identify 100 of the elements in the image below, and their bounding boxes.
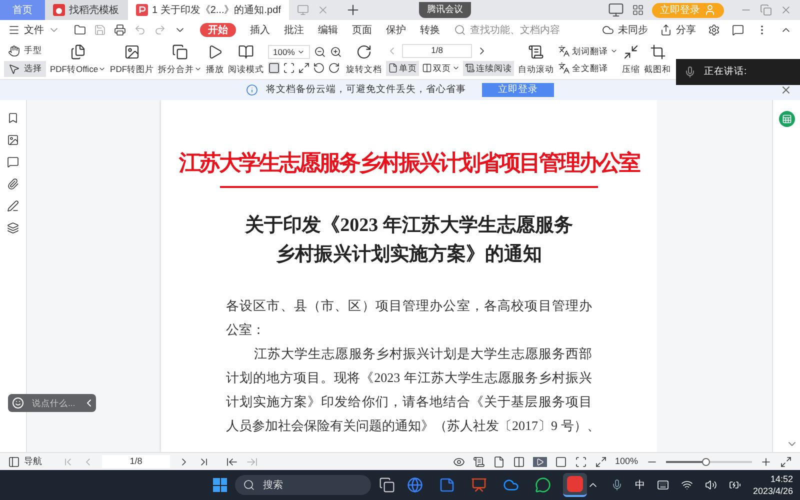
pointer-tool[interactable]: 手型 (4, 42, 46, 58)
zoom-in-icon (330, 46, 342, 58)
notice-text: 将文档备份云端，可避免文件丢失，省心省事 (266, 82, 466, 97)
menu-tab[interactable]: 转换 (420, 23, 440, 37)
translate-icon (558, 62, 570, 74)
menu-tab[interactable]: 开始 (200, 23, 236, 37)
forward-icon (246, 456, 258, 468)
menu-tab[interactable]: 页面 (352, 23, 372, 37)
actual-size-icon (268, 62, 280, 74)
picture-icon (7, 134, 19, 146)
share-button[interactable]: 分享 (660, 22, 696, 38)
search-field[interactable]: 查找功能、文档内容 (454, 22, 560, 38)
meeting-badge[interactable]: 腾讯会议 (418, 2, 471, 18)
toolbar-button[interactable]: 截图和 (644, 44, 672, 76)
hand-icon (8, 44, 20, 56)
zoom-out-icon (314, 46, 326, 58)
globe-icon (407, 477, 423, 493)
spreadsheet-icon[interactable] (778, 111, 794, 127)
document-tab[interactable]: 1 关于印发《2...》的通知.pdf (128, 0, 289, 20)
fit-width-icon (594, 456, 607, 468)
zoom-slider-thumb[interactable] (702, 458, 710, 466)
panel-icon (8, 456, 20, 468)
auto-scroll-button[interactable]: 自动滚动 (518, 44, 554, 76)
menu-tab[interactable]: 批注 (284, 23, 304, 37)
caret-icon (98, 65, 106, 73)
scroll-icon (465, 63, 476, 73)
grid-icon (632, 4, 644, 16)
view-mode-button[interactable]: 连续阅读 (463, 60, 514, 76)
share-icon (660, 24, 672, 36)
document-convert-icon (70, 44, 86, 60)
zoom-value[interactable]: 100% (614, 454, 638, 468)
play-icon[interactable] (532, 456, 547, 466)
toolbar-button[interactable]: 阅读模式 (228, 44, 264, 76)
document-title: 关于印发《2023 年江苏大学生志愿服务 (245, 216, 573, 235)
volume-icon (705, 479, 717, 491)
task-view-icon (379, 477, 395, 493)
fit-width-icon (298, 62, 310, 74)
open-book-icon (238, 44, 254, 60)
zoom-in-icon (760, 456, 772, 468)
sync-status[interactable]: 未同步 (602, 22, 648, 38)
attachment-icon (7, 178, 19, 190)
close-icon (780, 4, 792, 16)
toolbar-button[interactable]: 播放 (206, 44, 224, 76)
file-menu[interactable]: 文件 (24, 22, 44, 38)
pointer-icon (8, 62, 20, 74)
battery-icon (729, 479, 741, 491)
view-mode-button[interactable]: 双页 (420, 60, 462, 76)
menu-tab[interactable]: 保护 (386, 23, 406, 37)
toolbar-button[interactable]: 压缩 (622, 44, 640, 76)
menu-icon (8, 24, 20, 36)
caret-icon (194, 65, 202, 73)
pointer-tool[interactable]: 选择 (4, 60, 46, 76)
input-method[interactable]: 中 (635, 478, 645, 492)
close-icon[interactable] (780, 84, 792, 96)
menu-tab[interactable]: 插入 (250, 23, 270, 37)
play-icon (207, 44, 224, 60)
crop-icon (650, 44, 666, 60)
mic-icon (611, 479, 623, 491)
device-icon (608, 2, 624, 18)
translate-button[interactable]: 划词翻译 (558, 44, 618, 58)
rotate-right-icon (328, 62, 340, 74)
clock-time[interactable]: 14:52 (770, 473, 794, 485)
clock-date[interactable]: 2023/4/26 (753, 485, 794, 497)
menu-tab[interactable]: 编辑 (318, 23, 338, 37)
settings-icon (708, 24, 720, 36)
cloud-icon (602, 24, 614, 36)
taskbar-search-field[interactable]: 搜索 (235, 475, 371, 495)
comment-input-field[interactable]: 说点什么... (8, 394, 96, 412)
two-pages-icon (422, 63, 432, 73)
scroll-icon (472, 456, 485, 468)
navigation-toggle[interactable]: 导航 (8, 454, 42, 468)
keyboard-icon (657, 479, 669, 491)
print-icon (114, 24, 126, 36)
page-field[interactable]: 1/8 (402, 44, 472, 58)
body-text: 人员参加社会保险有关问题的通知》（苏人社发〔2017〕9 号）、 (226, 418, 592, 433)
cloud-icon (503, 477, 519, 493)
document-tab[interactable]: 找稻壳模板 (45, 0, 128, 20)
toolbar-button[interactable]: PDF转图片 (110, 44, 154, 76)
body-text: 各设区市、县（市、区）项目管理办公室，各高校项目管理办 (226, 298, 592, 313)
body-text: 计划实施方案》印发给你们，请各地结合《关于基层服务项目 (226, 394, 592, 409)
pdf-icon (136, 4, 148, 16)
toolbar-button[interactable]: 拆分合并 (158, 44, 202, 76)
fit-page-icon (574, 456, 587, 468)
eye-icon (452, 456, 465, 468)
page-field[interactable]: 1/8 (102, 455, 170, 468)
w-logo-icon (567, 476, 583, 492)
fullscreen-icon (780, 456, 792, 468)
rotate-document-button[interactable]: 旋转文档 (346, 44, 382, 76)
start-icon[interactable] (213, 478, 227, 492)
zoom-field[interactable]: 100% (268, 45, 310, 59)
body-text: 江苏大学生志愿服务乡村振兴计划是大学生志愿服务西部 (253, 346, 592, 361)
view-mode-button[interactable]: 单页 (386, 60, 420, 76)
toolbar-button[interactable]: PDF转Office (50, 44, 106, 76)
slides-icon (471, 477, 487, 493)
bookmark-icon (7, 112, 19, 124)
translate-button[interactable]: 全文翻译 (558, 62, 618, 74)
document-header: 江苏大学生志愿服务乡村振兴计划省项目管理办公室 (179, 152, 639, 174)
last-page-icon (198, 456, 210, 468)
search-icon (454, 24, 466, 36)
taskbar-app[interactable] (563, 473, 587, 497)
